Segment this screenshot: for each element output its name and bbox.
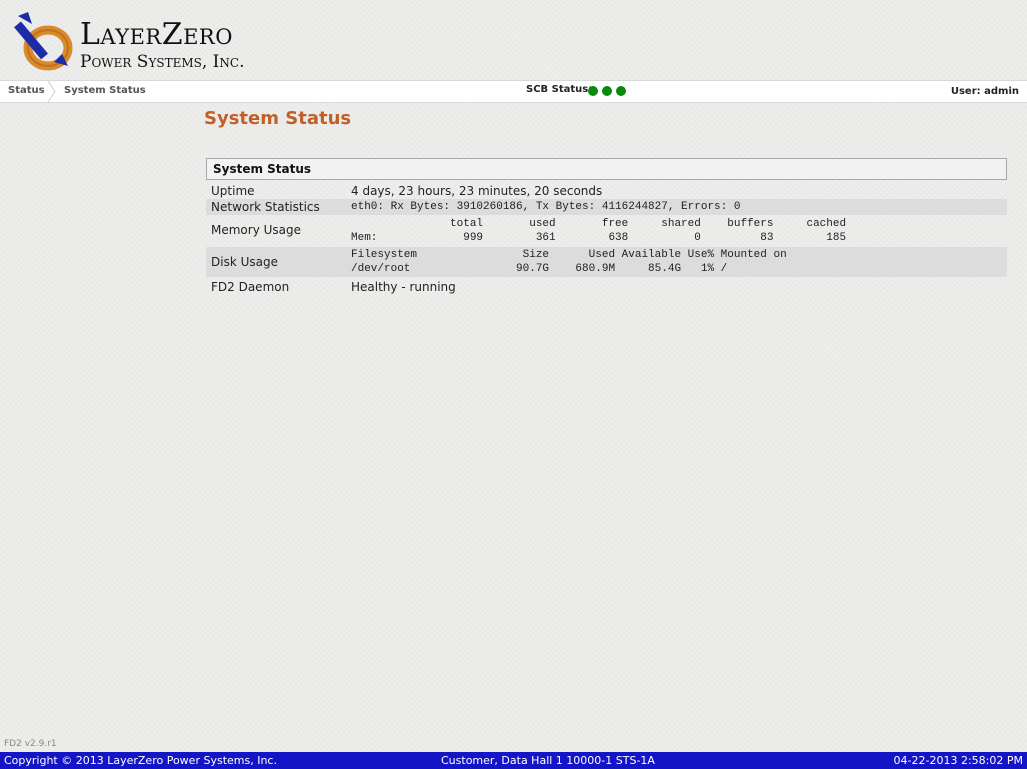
status-row-network: Network Statistics eth0: Rx Bytes: 39102…	[206, 199, 1007, 215]
status-row-disk: Disk Usage Filesystem Size Used Availabl…	[206, 247, 1007, 277]
breadcrumb-status[interactable]: Status	[8, 85, 45, 96]
scb-status-indicator-2-icon	[602, 86, 612, 96]
footer-site-info: Customer, Data Hall 1 10000-1 STS-1A	[441, 754, 655, 767]
status-row-memory: Memory Usage total used free shared buff…	[206, 215, 1007, 247]
page-title: System Status	[204, 108, 352, 129]
status-row-daemon: FD2 Daemon Healthy - running	[206, 277, 1007, 297]
row-label: Uptime	[211, 184, 255, 198]
status-row-uptime: Uptime 4 days, 23 hours, 23 minutes, 20 …	[206, 182, 1007, 199]
logo-title: LayerZero	[80, 17, 233, 52]
breadcrumb-separator-icon	[47, 81, 56, 102]
row-value: Filesystem Size Used Available Use% Moun…	[351, 249, 787, 275]
footer-timestamp: 04-22-2013 2:58:02 PM	[893, 754, 1023, 767]
row-value: 4 days, 23 hours, 23 minutes, 20 seconds	[351, 184, 603, 198]
row-label: Memory Usage	[211, 223, 302, 237]
row-value: total used free shared buffers cached Me…	[351, 218, 847, 244]
logo-subtitle: Power Systems, Inc.	[80, 52, 245, 72]
row-label: FD2 Daemon	[211, 280, 290, 294]
footer-copyright: Copyright © 2013 LayerZero Power Systems…	[4, 754, 277, 767]
system-status-panel: System Status Uptime 4 days, 23 hours, 2…	[206, 158, 1007, 297]
logo-emblem-icon	[14, 12, 73, 71]
scb-status-indicator-3-icon	[616, 86, 626, 96]
breadcrumb-bar: Status System Status SCB Status: User: a…	[0, 80, 1027, 103]
panel-title: System Status	[206, 158, 1007, 180]
company-logo: LayerZero Power Systems, Inc.	[14, 10, 314, 74]
user-label: User: admin	[950, 86, 1019, 97]
row-value: Healthy - running	[351, 280, 456, 294]
breadcrumb-system-status[interactable]: System Status	[64, 85, 146, 96]
row-value: eth0: Rx Bytes: 3910260186, Tx Bytes: 41…	[351, 201, 741, 213]
version-label: FD2 v2.9.r1	[4, 739, 57, 749]
scb-status-indicator-1-icon	[588, 86, 598, 96]
scb-status-label: SCB Status:	[526, 84, 593, 95]
row-label: Network Statistics	[211, 200, 320, 214]
footer-bar: Copyright © 2013 LayerZero Power Systems…	[0, 752, 1027, 769]
row-label: Disk Usage	[211, 255, 278, 269]
